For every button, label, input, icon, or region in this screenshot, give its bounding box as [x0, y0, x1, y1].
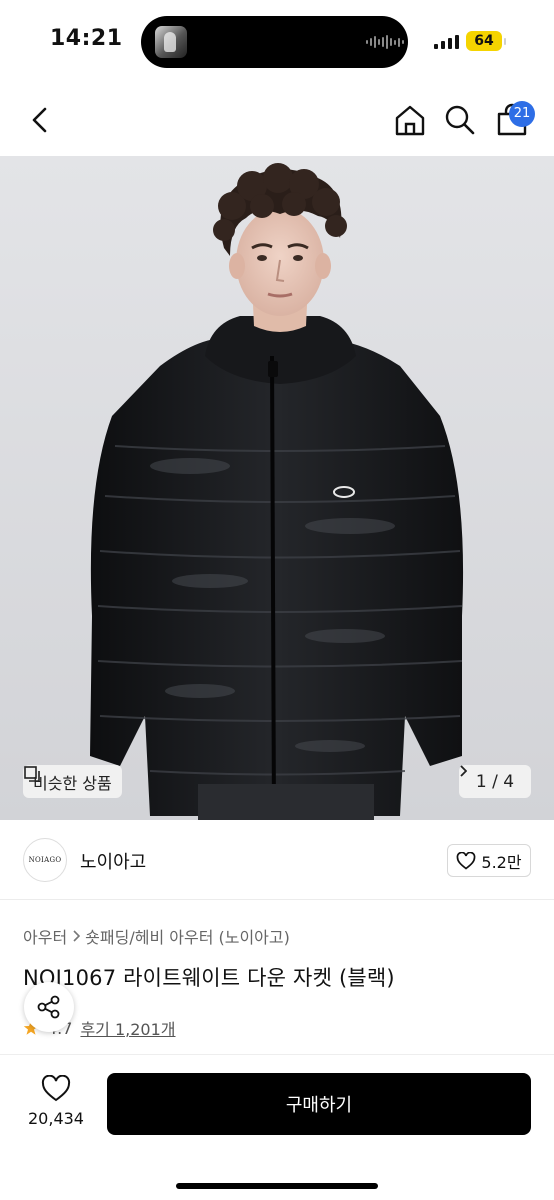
share-button[interactable]: [24, 982, 74, 1032]
dynamic-island[interactable]: [141, 16, 408, 68]
similar-products-button[interactable]: 비슷한 상품: [23, 765, 122, 798]
home-indicator[interactable]: [176, 1183, 378, 1189]
status-time: 14:21: [50, 26, 123, 51]
bottom-purchase-bar: 20,434 구매하기: [0, 1054, 554, 1200]
share-icon: [37, 995, 60, 1019]
home-button[interactable]: [392, 102, 428, 138]
image-page-indicator[interactable]: 1 / 4: [459, 765, 531, 798]
similar-items-icon: [24, 766, 40, 782]
brand-logo[interactable]: NOIAGO: [23, 838, 67, 882]
battery-indicator: 64: [466, 31, 506, 51]
product-photo: [0, 156, 554, 820]
product-image-carousel[interactable]: 비슷한 상품 1 / 4: [0, 156, 554, 820]
status-bar: 14:21 64: [0, 0, 554, 84]
similar-products-label: 비슷한 상품: [33, 773, 112, 793]
now-playing-artwork: [155, 26, 187, 58]
heart-icon: [41, 1074, 71, 1102]
heart-icon: [457, 851, 476, 870]
chevron-right-icon: [73, 930, 81, 942]
brand-like-button[interactable]: 5.2만: [447, 844, 531, 877]
breadcrumb-item[interactable]: 숏패딩/헤비 아우터 (노이아고): [85, 924, 290, 948]
chevron-left-icon: [32, 107, 47, 133]
wishlist-count: 20,434: [28, 1109, 84, 1128]
breadcrumb-item[interactable]: 아우터: [23, 924, 67, 948]
page-indicator-text: 1 / 4: [475, 771, 515, 792]
cart-count-badge: 21: [509, 101, 535, 127]
top-navigation: [0, 84, 554, 156]
brand-likes-count: 5.2만: [481, 852, 522, 872]
review-link[interactable]: 후기 1,201개: [80, 1016, 175, 1040]
breadcrumb: 아우터 숏패딩/헤비 아우터 (노이아고): [23, 924, 290, 948]
wishlist-button[interactable]: 20,434: [20, 1074, 92, 1128]
cellular-signal-icon: [434, 34, 459, 49]
brand-row: NOIAGO 노이아고 5.2만: [0, 820, 554, 900]
search-button[interactable]: [442, 102, 478, 138]
buy-button[interactable]: 구매하기: [107, 1073, 531, 1135]
back-button[interactable]: [22, 102, 58, 138]
chevron-right-icon: [460, 765, 467, 777]
home-icon: [395, 105, 425, 136]
brand-name[interactable]: 노이아고: [80, 848, 146, 874]
audio-wave-icon: [366, 35, 404, 49]
product-title: NOI1067 라이트웨이트 다운 자켓 (블랙): [23, 966, 395, 990]
search-icon: [445, 105, 475, 135]
